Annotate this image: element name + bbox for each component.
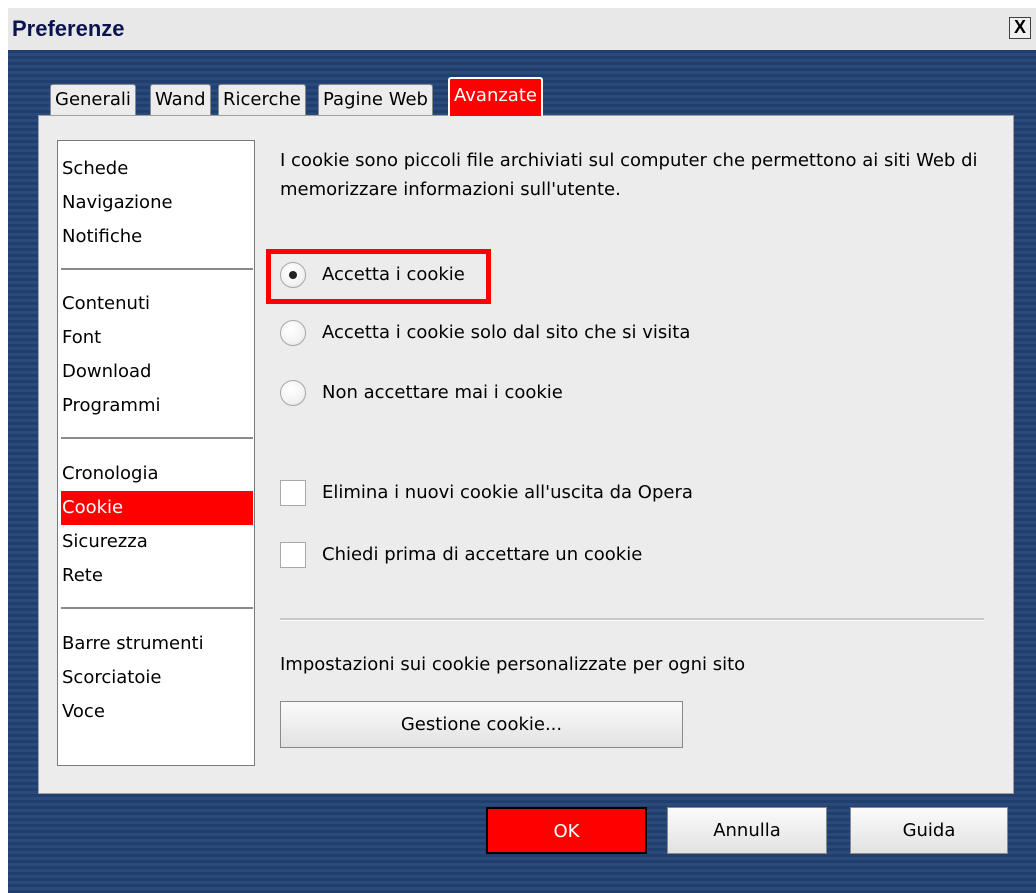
sidebar-item-rete[interactable]: Rete bbox=[61, 559, 253, 593]
radio-label: Non accettare mai i cookie bbox=[322, 382, 563, 403]
checkbox-icon[interactable] bbox=[280, 480, 306, 506]
checkbox-icon[interactable] bbox=[280, 542, 306, 568]
tab-avanzate[interactable]: Avanzate bbox=[448, 77, 543, 116]
content-divider bbox=[280, 618, 984, 621]
manage-cookies-button[interactable]: Gestione cookie... bbox=[280, 701, 683, 748]
sidebar-item-contenuti[interactable]: Contenuti bbox=[61, 287, 253, 321]
title-bar[interactable]: Preferenze X bbox=[8, 8, 1036, 50]
sidebar-separator bbox=[61, 607, 253, 609]
sidebar-item-cronologia[interactable]: Cronologia bbox=[61, 457, 253, 491]
sidebar-item-cookie[interactable]: Cookie bbox=[61, 491, 253, 525]
radio-button-icon[interactable] bbox=[280, 320, 306, 346]
sidebar-item-navigazione[interactable]: Navigazione bbox=[61, 186, 253, 220]
sidebar-item-notifiche[interactable]: Notifiche bbox=[61, 220, 253, 254]
sidebar-item-download[interactable]: Download bbox=[61, 355, 253, 389]
close-button[interactable]: X bbox=[1009, 17, 1031, 39]
highlight-box bbox=[266, 249, 491, 304]
tab-pagine-web[interactable]: Pagine Web bbox=[318, 84, 433, 116]
checkbox-label: Elimina i nuovi cookie all'uscita da Ope… bbox=[322, 482, 693, 503]
sidebar-item-schede[interactable]: Schede bbox=[61, 152, 253, 186]
tab-wand[interactable]: Wand bbox=[150, 84, 211, 116]
radio-label: Accetta i cookie solo dal sito che si vi… bbox=[322, 322, 691, 343]
sidebar-separator bbox=[61, 268, 253, 270]
checkbox-label: Chiedi prima di accettare un cookie bbox=[322, 544, 643, 565]
sidebar-item-barre-strumenti[interactable]: Barre strumenti bbox=[61, 627, 253, 661]
sidebar-item-font[interactable]: Font bbox=[61, 321, 253, 355]
cancel-button[interactable]: Annulla bbox=[667, 807, 827, 854]
radio-button-icon[interactable] bbox=[280, 380, 306, 406]
tab-ricerche[interactable]: Ricerche bbox=[218, 84, 306, 116]
sidebar-list[interactable]: Schede Navigazione Notifiche Contenuti F… bbox=[57, 140, 255, 766]
ok-button[interactable]: OK bbox=[486, 807, 647, 854]
sidebar-item-sicurezza[interactable]: Sicurezza bbox=[61, 525, 253, 559]
sidebar-item-programmi[interactable]: Programmi bbox=[61, 389, 253, 423]
window-title: Preferenze bbox=[12, 16, 125, 41]
help-button[interactable]: Guida bbox=[850, 807, 1008, 854]
sidebar-separator bbox=[61, 437, 253, 439]
cookie-description: I cookie sono piccoli file archiviati su… bbox=[280, 150, 978, 200]
tab-generali[interactable]: Generali bbox=[50, 84, 136, 116]
sidebar-item-voce[interactable]: Voce bbox=[61, 695, 253, 729]
site-settings-label: Impostazioni sui cookie personalizzate p… bbox=[280, 654, 746, 675]
sidebar-item-scorciatoie[interactable]: Scorciatoie bbox=[61, 661, 253, 695]
